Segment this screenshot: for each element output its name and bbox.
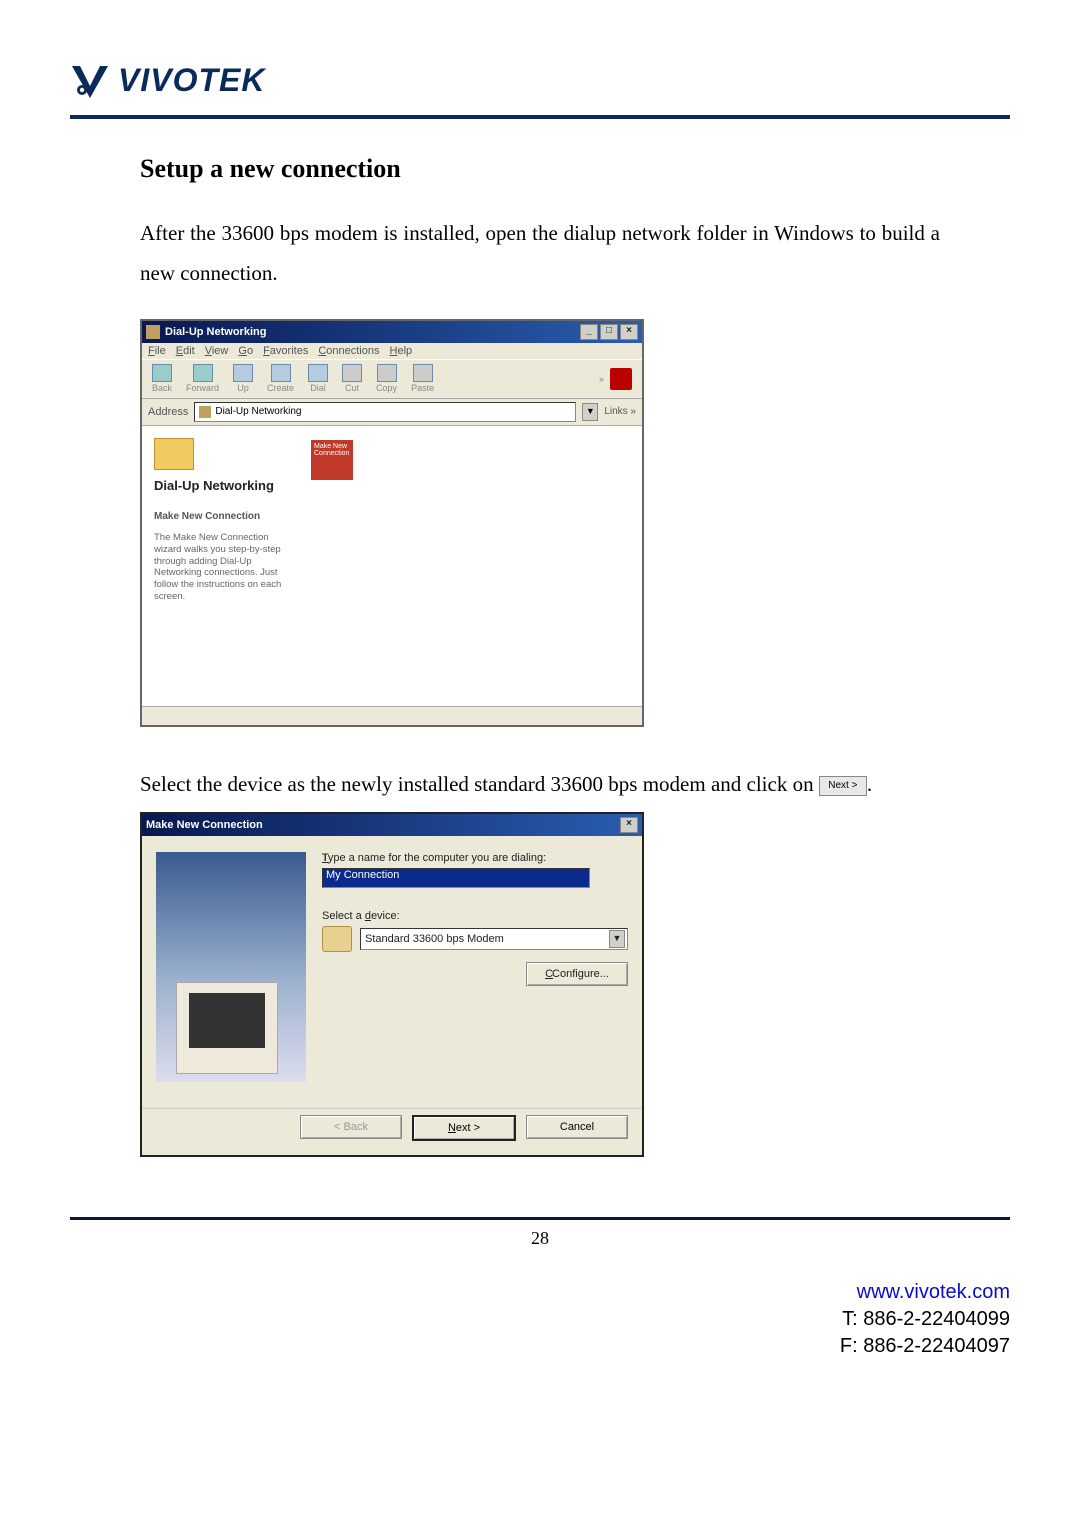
paragraph-1: After the 33600 bps modem is installed, … xyxy=(140,214,940,294)
document-page: VIVOTEK Setup a new connection After the… xyxy=(0,0,1080,1400)
wizard-form: TType a name for the computer you are di… xyxy=(322,852,628,1092)
window-title: Dial-Up Networking xyxy=(165,326,266,338)
dialog-titlebar: Make New Connection × xyxy=(142,814,642,836)
menu-go[interactable]: Go xyxy=(238,345,253,357)
toolbar: Back Forward Up Create Dial Cut Copy Pas… xyxy=(142,359,642,399)
next-button[interactable]: Next > xyxy=(412,1115,516,1141)
dialog-close-button[interactable]: × xyxy=(620,817,638,833)
sidebar-description: The Make New Connection wizard walks you… xyxy=(154,532,285,603)
explorer-sidebar: Dial-Up Networking Make New Connection T… xyxy=(142,426,297,706)
menu-file[interactable]: File xyxy=(148,345,166,357)
address-value: Dial-Up Networking xyxy=(215,406,301,417)
window-titlebar: Dial-Up Networking _ □ × xyxy=(142,321,642,343)
make-new-connection-dialog: Make New Connection × TType a name for t… xyxy=(140,812,644,1157)
tb-create[interactable]: Create xyxy=(267,364,294,393)
name-label: TType a name for the computer you are di… xyxy=(322,852,628,864)
tb-paste[interactable]: Paste xyxy=(411,364,434,393)
device-label: Select a device: xyxy=(322,910,628,922)
sidebar-subtitle: Make New Connection xyxy=(154,511,285,522)
footer-tel: T: 886-2-22404099 xyxy=(842,1308,1010,1330)
tb-back[interactable]: Back xyxy=(152,364,172,393)
explorer-file-area[interactable]: Make New Connection xyxy=(297,426,642,706)
dialog-title: Make New Connection xyxy=(146,819,263,831)
address-input[interactable]: Dial-Up Networking xyxy=(194,402,576,422)
paragraph-2: Select the device as the newly installed… xyxy=(140,772,940,797)
sidebar-title: Dial-Up Networking xyxy=(154,478,285,493)
address-label: Address xyxy=(148,406,188,418)
para2-text-a: Select the device as the newly installed… xyxy=(140,772,819,796)
cancel-button[interactable]: Cancel xyxy=(526,1115,628,1139)
modem-icon xyxy=(322,926,352,952)
menu-bar: File Edit View Go Favorites Connections … xyxy=(142,343,642,359)
links-label[interactable]: Links » xyxy=(604,406,636,417)
folder-icon xyxy=(199,406,211,418)
make-new-connection-icon[interactable]: Make New Connection xyxy=(311,440,353,480)
address-bar: Address Dial-Up Networking ▼ Links » xyxy=(142,399,642,426)
dialup-window: Dial-Up Networking _ □ × File Edit View … xyxy=(140,319,644,727)
document-footer: www.vivotek.com T: 886-2-22404099 F: 886… xyxy=(70,1279,1010,1360)
para2-text-b: . xyxy=(867,772,872,796)
close-button[interactable]: × xyxy=(620,324,638,340)
tb-up[interactable]: Up xyxy=(233,364,253,393)
configure-button[interactable]: CConfigure... xyxy=(526,962,628,986)
connection-name-input[interactable]: My Connection xyxy=(322,868,590,888)
tb-dial[interactable]: Dial xyxy=(308,364,328,393)
menu-connections[interactable]: Connections xyxy=(318,345,379,357)
tb-copy[interactable]: Copy xyxy=(376,364,397,393)
maximize-button[interactable]: □ xyxy=(600,324,618,340)
tb-cut[interactable]: Cut xyxy=(342,364,362,393)
menu-edit[interactable]: Edit xyxy=(176,345,195,357)
dialog-button-row: < Back Next > Cancel xyxy=(142,1108,642,1155)
footer-rule xyxy=(70,1217,1010,1220)
tb-forward[interactable]: Forward xyxy=(186,364,219,393)
wizard-banner-image xyxy=(156,852,306,1082)
menu-help[interactable]: Help xyxy=(390,345,413,357)
brand-name: VIVOTEK xyxy=(118,62,265,99)
footer-url[interactable]: www.vivotek.com xyxy=(857,1281,1010,1303)
header-rule xyxy=(70,115,1010,119)
inline-next-button-image: Next > xyxy=(819,776,867,796)
throbber-icon xyxy=(610,368,632,390)
address-dropdown[interactable]: ▼ xyxy=(582,403,598,421)
status-bar xyxy=(142,706,642,725)
back-button: < Back xyxy=(300,1115,402,1139)
section-heading: Setup a new connection xyxy=(140,154,940,184)
device-select[interactable]: Standard 33600 bps Modem ▼ xyxy=(360,928,628,950)
footer-fax: F: 886-2-22404097 xyxy=(840,1335,1010,1357)
device-value: Standard 33600 bps Modem xyxy=(365,933,504,945)
app-icon xyxy=(146,325,160,339)
page-number: 28 xyxy=(70,1228,1010,1249)
menu-view[interactable]: View xyxy=(205,345,229,357)
menu-favorites[interactable]: Favorites xyxy=(263,345,308,357)
chevron-down-icon[interactable]: ▼ xyxy=(609,930,625,948)
brand-logo: VIVOTEK xyxy=(70,60,1010,100)
folder-icon xyxy=(154,438,194,470)
brand-mark-icon xyxy=(70,60,110,100)
minimize-button[interactable]: _ xyxy=(580,324,598,340)
monitor-icon xyxy=(176,982,278,1074)
